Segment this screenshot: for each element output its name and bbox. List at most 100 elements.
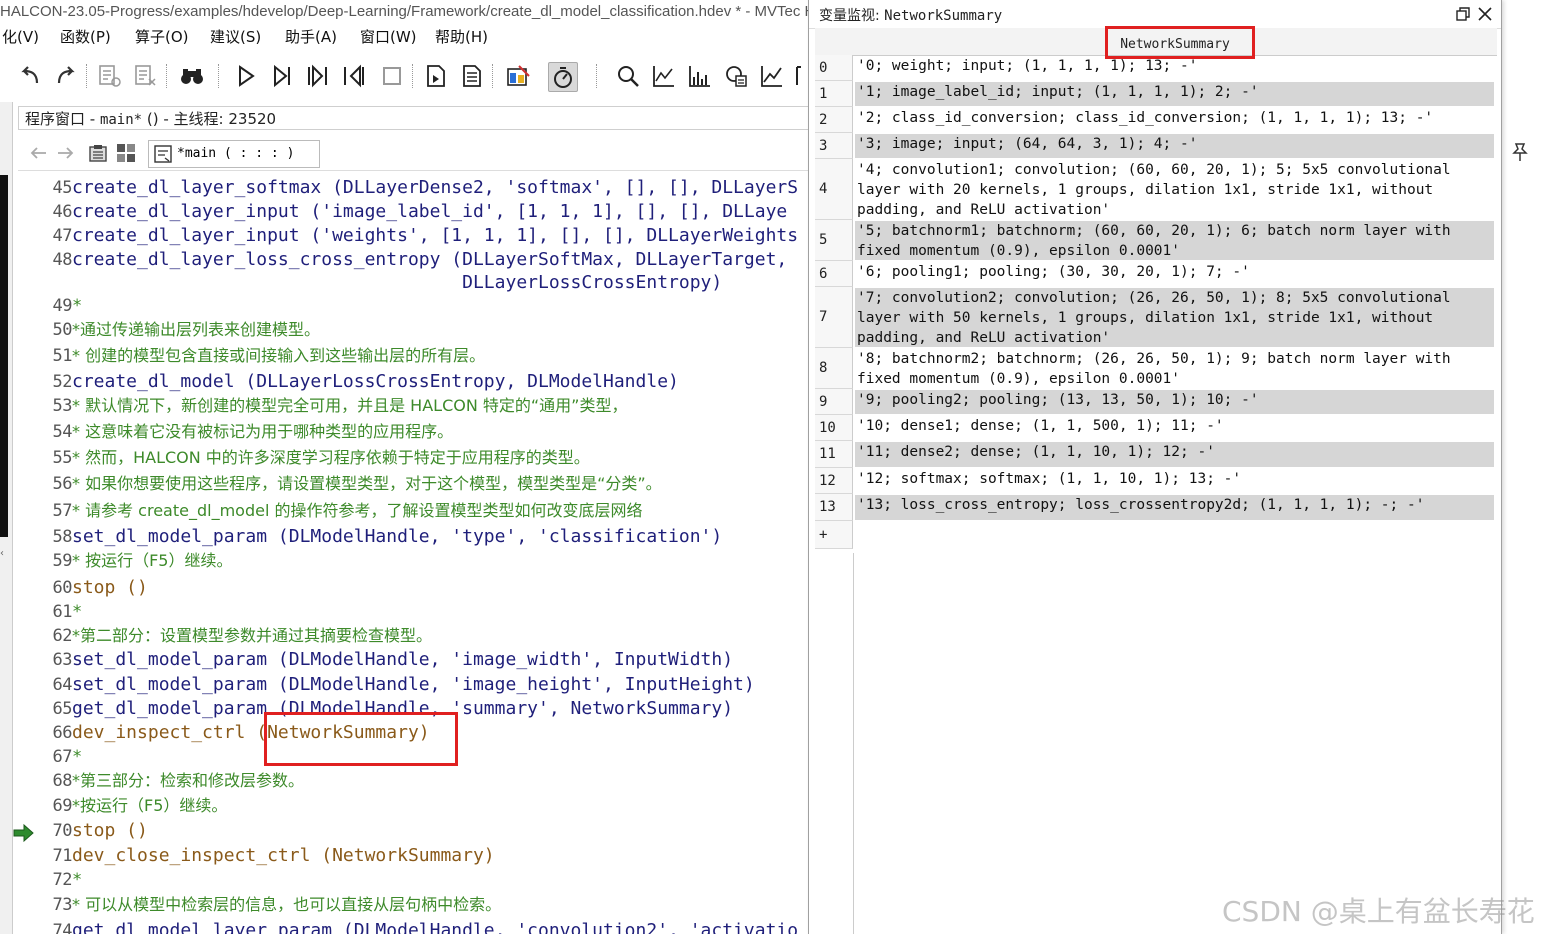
table-row[interactable]: 1'1; image_label_id; input; (1, 1, 1, 1)… [815, 81, 1495, 107]
code-line[interactable]: DLLayerLossCrossEntropy) [18, 271, 722, 295]
code-line[interactable]: 50*通过传递输出层列表来创建模型。 [18, 318, 321, 342]
code-line[interactable]: 68*第三部分：检索和修改层参数。 [18, 769, 305, 793]
run-icon[interactable] [232, 62, 260, 90]
collapse-arrow-icon[interactable]: ‹ [0, 548, 4, 559]
row-index[interactable]: 6 [815, 261, 853, 287]
code-line[interactable]: 64set_dl_model_param (DLModelHandle, 'im… [18, 673, 755, 697]
row-index[interactable]: 8 [815, 348, 853, 389]
table-cell[interactable]: '7; convolution2; convolution; (26, 26, … [855, 288, 1494, 347]
code-line[interactable]: 69*按运行（F5）继续。 [18, 794, 228, 818]
code-line[interactable]: 73* 可以从模型中检索层的信息，也可以直接从层句柄中检索。 [18, 893, 502, 917]
code-line[interactable]: 70stop () [18, 819, 148, 843]
table-cell[interactable]: '9; pooling2; pooling; (13, 13, 50, 1); … [855, 390, 1494, 414]
code-line[interactable]: 57* 请参考 create_dl_model 的操作符参考，了解设置模型类型如… [18, 499, 643, 523]
undo-icon[interactable] [16, 62, 44, 90]
code-line[interactable]: 47create_dl_layer_input ('weights', [1, … [18, 224, 799, 248]
back-arrow-icon[interactable] [28, 142, 48, 164]
table-cell[interactable]: '12; softmax; softmax; (1, 1, 10, 1); 13… [855, 469, 1494, 493]
menu-assistants[interactable]: 助手(A) [285, 26, 337, 48]
table-cell[interactable]: '2; class_id_conversion; class_id_conver… [855, 108, 1494, 132]
row-index[interactable]: 5 [815, 220, 853, 261]
step-out-icon[interactable] [340, 62, 368, 90]
row-index[interactable]: 4 [815, 159, 853, 220]
table-cell[interactable]: '3; image; input; (64, 64, 3, 1); 4; -' [855, 134, 1494, 158]
row-index[interactable]: 0 [815, 55, 853, 81]
table-row[interactable]: 4'4; convolution1; convolution; (60, 60,… [815, 159, 1495, 220]
table-cell[interactable]: '5; batchnorm1; batchnorm; (60, 60, 20, … [855, 221, 1494, 260]
step-over-icon[interactable] [268, 62, 296, 90]
code-line[interactable]: 46create_dl_layer_input ('image_label_id… [18, 200, 788, 224]
plot-icon[interactable] [758, 62, 786, 90]
menu-window[interactable]: 窗口(W) [360, 26, 417, 48]
code-line[interactable]: 54* 这意味着它没有被标记为用于哪种类型的应用程序。 [18, 420, 454, 444]
row-index[interactable]: 3 [815, 133, 853, 159]
row-index[interactable]: 12 [815, 468, 853, 494]
table-cell[interactable]: '11; dense2; dense; (1, 1, 10, 1); 12; -… [855, 442, 1494, 467]
list-check-icon[interactable] [96, 62, 124, 90]
code-line[interactable]: 67* [18, 745, 83, 769]
pin-icon[interactable] [1510, 140, 1534, 164]
table-row[interactable]: 10'10; dense1; dense; (1, 1, 500, 1); 11… [815, 415, 1495, 441]
step-into-icon[interactable] [304, 62, 332, 90]
code-line[interactable]: 53* 默认情况下，新创建的模型完全可用，并且是 HALCON 特定的“通用”类… [18, 394, 628, 418]
code-line[interactable]: 56* 如果你想要使用这些程序，请设置模型类型，对于这个模型，模型类型是“分类”… [18, 472, 662, 496]
code-line[interactable]: 74get_dl_model_layer_param (DLModelHandl… [18, 919, 799, 934]
document-icon[interactable] [458, 62, 486, 90]
menu-suggestions[interactable]: 建议(S) [210, 26, 261, 48]
table-row[interactable]: 3'3; image; input; (64, 64, 3, 1); 4; -' [815, 133, 1495, 159]
binoculars-icon[interactable] [178, 62, 206, 90]
table-cell[interactable]: '6; pooling1; pooling; (30, 30, 20, 1); … [855, 262, 1494, 286]
redo-icon[interactable] [52, 62, 80, 90]
table-cell[interactable]: '4; convolution1; convolution; (60, 60, … [855, 160, 1494, 219]
code-line[interactable]: 49* [18, 294, 83, 318]
code-editor[interactable]: 45create_dl_layer_softmax (DLLayerDense2… [18, 174, 808, 934]
table-row[interactable]: 7'7; convolution2; convolution; (26, 26,… [815, 287, 1495, 348]
menu-help[interactable]: 帮助(H) [435, 26, 488, 48]
table-cell[interactable]: '1; image_label_id; input; (1, 1, 1, 1);… [855, 82, 1494, 106]
row-index[interactable]: 2 [815, 107, 853, 133]
reset-program-icon[interactable] [422, 62, 450, 90]
add-row-button[interactable]: + [815, 521, 853, 549]
table-row[interactable]: 12'12; softmax; softmax; (1, 1, 10, 1); … [815, 468, 1495, 494]
row-index[interactable]: 9 [815, 389, 853, 415]
code-line[interactable]: 48create_dl_layer_loss_cross_entropy (DL… [18, 248, 788, 272]
code-line[interactable]: 55* 然而，HALCON 中的许多深度学习程序依赖于特定于应用程序的类型。 [18, 446, 590, 470]
code-line[interactable]: 59* 按运行（F5）继续。 [18, 549, 233, 573]
menu-operators[interactable]: 算子(O) [135, 26, 189, 48]
zoom-icon[interactable] [614, 62, 642, 90]
add-row[interactable]: + [815, 521, 1495, 549]
row-index[interactable]: 13 [815, 494, 853, 521]
code-line[interactable]: 62*第二部分：设置模型参数并通过其摘要检查模型。 [18, 624, 433, 648]
code-line[interactable]: 61* [18, 600, 83, 624]
line-profile-icon[interactable] [650, 62, 678, 90]
procedure-selector[interactable]: *main ( : : : ) [148, 140, 320, 168]
table-row[interactable]: 2'2; class_id_conversion; class_id_conve… [815, 107, 1495, 133]
window-tool-icon[interactable] [504, 62, 532, 90]
menu-view[interactable]: 化(V) [2, 26, 39, 48]
code-line[interactable]: 71dev_close_inspect_ctrl (NetworkSummary… [18, 844, 495, 868]
table-row[interactable]: 5'5; batchnorm1; batchnorm; (60, 60, 20,… [815, 220, 1495, 261]
feature-inspection-icon[interactable] [722, 62, 750, 90]
stopwatch-icon[interactable] [548, 62, 578, 92]
table-row[interactable]: 6'6; pooling1; pooling; (30, 30, 20, 1);… [815, 261, 1495, 287]
restore-icon[interactable] [1455, 6, 1471, 22]
row-index[interactable]: 1 [815, 81, 853, 107]
table-row[interactable]: 9'9; pooling2; pooling; (13, 13, 50, 1);… [815, 389, 1495, 415]
close-icon[interactable] [1477, 6, 1493, 22]
table-cell[interactable]: '13; loss_cross_entropy; loss_crossentro… [855, 495, 1494, 520]
table-cell[interactable]: '10; dense1; dense; (1, 1, 500, 1); 11; … [855, 416, 1494, 440]
forward-arrow-icon[interactable] [56, 142, 76, 164]
menu-procedures[interactable]: 函数(P) [60, 26, 111, 48]
code-line[interactable]: 45create_dl_layer_softmax (DLLayerDense2… [18, 176, 799, 200]
table-row[interactable]: 11'11; dense2; dense; (1, 1, 10, 1); 12;… [815, 441, 1495, 468]
row-index[interactable]: 10 [815, 415, 853, 441]
code-line[interactable]: 72* [18, 868, 83, 892]
histogram-icon[interactable] [686, 62, 714, 90]
table-row[interactable]: 13'13; loss_cross_entropy; loss_crossent… [815, 494, 1495, 521]
variable-table[interactable]: NetworkSummary 0'0; weight; input; (1, 1… [815, 28, 1497, 934]
row-index[interactable]: 7 [815, 287, 853, 348]
table-cell[interactable]: '0; weight; input; (1, 1, 1, 1); 13; -' [855, 56, 1494, 80]
code-line[interactable]: 63set_dl_model_param (DLModelHandle, 'im… [18, 648, 734, 672]
table-cell[interactable]: '8; batchnorm2; batchnorm; (26, 26, 50, … [855, 349, 1494, 388]
list-clear-icon[interactable] [132, 62, 160, 90]
